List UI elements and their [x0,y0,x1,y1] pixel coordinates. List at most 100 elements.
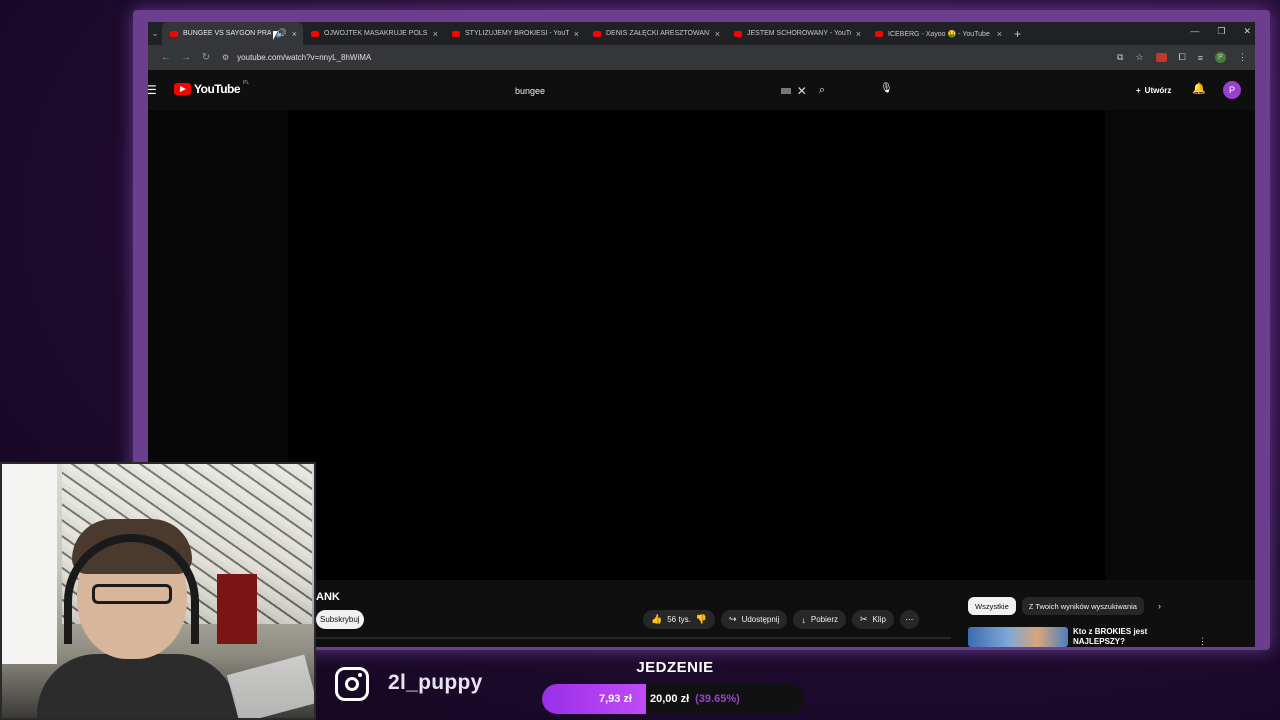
tab-close-icon[interactable]: × [997,29,1002,39]
recommendation-thumbnail[interactable] [968,627,1068,647]
streamer-shirt [37,654,237,718]
restore-icon[interactable]: ❐ [1217,26,1225,37]
tab-search-icon[interactable]: ⌄ [148,28,162,39]
video-title: ANK [316,591,340,603]
site-info-icon[interactable]: ⚙ [222,53,229,62]
keyboard-icon[interactable] [780,87,791,94]
tab-1[interactable]: OJWOJTEK MASAKRUJE POLSKI × [303,22,444,45]
menu-icon[interactable]: ☰ [148,83,157,97]
tab-bar: ⌄ BUNGEE VS SAYGON PRANK 🔊 × OJWOJTEK MA… [148,22,1255,45]
download-button[interactable]: ↓ Pobierz [793,610,846,629]
reload-icon[interactable]: ↻ [196,52,216,63]
new-tab-icon[interactable]: + [1014,27,1021,41]
chip-from-search[interactable]: Z Twoich wyników wyszukiwania [1021,597,1144,615]
profile-icon[interactable]: P [1215,52,1226,63]
youtube-favicon-icon [875,30,883,37]
webcam-feed [0,462,316,720]
share-label: Udostępnij [741,615,780,624]
recommendation-item[interactable]: Kto z BROKIES jest NAJLEPSZY? [968,627,1183,647]
goal-target-amount: 20,00 zł [650,693,690,705]
thumbs-down-icon[interactable]: 👎 [696,614,707,625]
back-icon[interactable]: ← [156,52,176,63]
more-horizontal-icon: ⋯ [905,615,914,624]
chip-all[interactable]: Wszystkie [968,597,1016,615]
forward-icon[interactable]: → [176,52,196,63]
tab-3[interactable]: DENIS ZAŁĘCKI ARESZTOWANY × [585,22,726,45]
share-arrow-icon: ↪ [729,614,737,624]
like-count[interactable]: 56 tys. [667,615,691,624]
goal-percent: (39.65%) [695,693,740,705]
donation-goal-title: JEDZENIE [636,659,714,676]
window-controls: — ❐ ✕ [1190,26,1251,37]
microphone-icon[interactable]: 🎙 [880,83,893,94]
plus-icon: + [1136,86,1141,95]
clip-button[interactable]: ✂ Klip [852,610,894,629]
youtube-masthead: ☰ YouTube PL bungee ✕ ⌕ 🎙 + Utwórz 🔔 P [148,70,1255,110]
media-controls-icon[interactable]: ≡ [1198,53,1203,63]
share-button[interactable]: ↪ Udostępnij [721,610,788,629]
donation-goal-bar: 7,93 zł 20,00 zł (39.65%) [542,684,804,714]
download-icon: ↓ [801,614,806,625]
tab-title: BUNGEE VS SAYGON PRANK [183,30,271,37]
tab-0[interactable]: BUNGEE VS SAYGON PRANK 🔊 × [162,22,303,45]
extension-icon[interactable] [1155,53,1167,62]
recommendation-title[interactable]: Kto z BROKIES jest NAJLEPSZY? [1073,627,1183,647]
tab-5[interactable]: ICEBERG - Xayoo 🤑 - YouTube × [867,22,1008,45]
browser-toolbar-icons: ⧉ ☆ ⧠ ≡ P ⋮ [1117,52,1247,63]
youtube-favicon-icon [170,30,178,37]
youtube-favicon-icon [734,30,742,37]
tab-2[interactable]: STYLIZUJEMY BROKIESI - YouTube × [444,22,585,45]
account-avatar[interactable]: P [1223,81,1241,99]
url-text: youtube.com/watch?v=nnyL_8hWiMA [237,53,372,62]
download-label: Pobierz [810,615,838,624]
browser-menu-icon[interactable]: ⋮ [1238,52,1247,63]
more-actions-button[interactable]: ⋯ [899,610,919,629]
url-field[interactable]: ⚙ youtube.com/watch?v=nnyL_8hWiMA [222,53,371,62]
instagram-handle: 2l_puppy [388,671,483,694]
youtube-play-icon [174,83,191,95]
youtube-favicon-icon [593,30,601,37]
tab-title: OJWOJTEK MASAKRUJE POLSKI [324,30,428,37]
notifications-bell-icon[interactable]: 🔔 [1192,82,1206,95]
minimize-icon[interactable]: — [1190,26,1199,37]
youtube-favicon-icon [311,30,319,37]
install-app-icon[interactable]: ⧉ [1117,52,1123,63]
microphone-arm [226,654,314,718]
goal-current-amount: 7,93 zł [598,693,632,705]
search-icon[interactable]: ⌕ [819,84,825,97]
tab-title: JESTEM SCHOROWANY - YouTube [747,30,851,37]
player-letterbox-right [1105,110,1255,580]
chevron-right-icon[interactable]: › [1158,601,1161,611]
more-vertical-icon[interactable]: ⋮ [1198,636,1207,647]
create-button[interactable]: + Utwórz [1128,82,1179,99]
like-dislike-group: 👍 56 tys. 👎 [643,610,716,629]
youtube-favicon-icon [452,30,460,37]
description-box[interactable] [316,637,951,639]
extensions-puzzle-icon[interactable]: ⧠ [1179,52,1186,63]
tab-close-icon[interactable]: × [715,29,720,39]
tab-close-icon[interactable]: × [574,29,579,39]
close-window-icon[interactable]: ✕ [1243,26,1251,37]
clear-search-icon[interactable]: ✕ [797,84,807,98]
bookmark-star-icon[interactable]: ☆ [1135,52,1143,63]
tab-title: ICEBERG - Xayoo 🤑 - YouTube [888,30,990,38]
thumbs-up-icon[interactable]: 👍 [651,614,662,625]
tab-close-icon[interactable]: × [433,29,438,39]
recommendation-chips: Wszystkie Z Twoich wyników wyszukiwania … [968,597,1161,615]
tab-4[interactable]: JESTEM SCHOROWANY - YouTube × [726,22,867,45]
tab-close-icon[interactable]: × [856,29,861,39]
youtube-logo[interactable]: YouTube PL [174,80,249,96]
tab-title: STYLIZUJEMY BROKIESI - YouTube [465,30,569,37]
donation-goal-text: 7,93 zł 20,00 zł (39.65%) [542,684,804,714]
address-bar: ← → ↻ ⚙ youtube.com/watch?v=nnyL_8hWiMA … [148,45,1255,70]
clip-label: Klip [872,615,886,624]
youtube-wordmark: YouTube [194,82,241,96]
webcam-background-object [217,574,257,644]
tab-close-icon[interactable]: × [292,29,297,39]
search-input[interactable]: bungee [505,86,781,96]
subscribe-button[interactable]: Subskrybuj [316,610,364,629]
search-box[interactable]: bungee ✕ ⌕ [505,80,825,101]
tab-title: DENIS ZAŁĘCKI ARESZTOWANY [606,30,710,37]
create-label: Utwórz [1144,86,1172,95]
instagram-icon [335,667,369,701]
